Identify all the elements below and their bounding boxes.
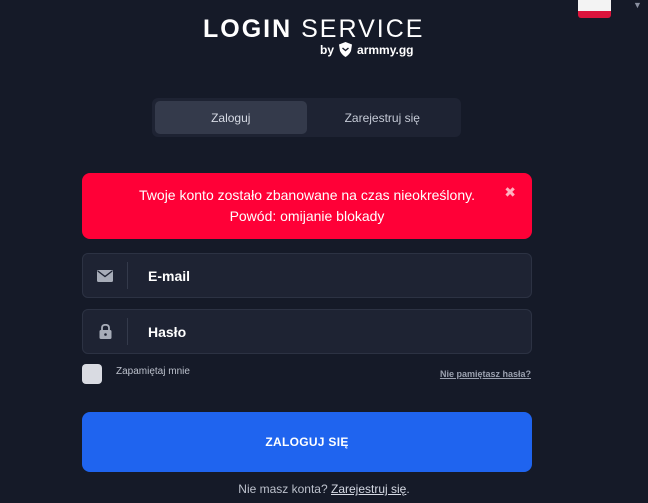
email-input[interactable] [128, 267, 531, 284]
lock-icon [83, 318, 128, 345]
logo-by: by [320, 42, 335, 57]
footer: Nie masz konta? Zarejestruj się. [0, 482, 648, 496]
ban-alert: Twoje konto zostało zbanowane na czas ni… [82, 173, 532, 239]
logo-byline: by armmy.gg [320, 42, 413, 57]
poland-flag-icon[interactable] [578, 0, 611, 18]
logo-title: LOGIN SERVICE [203, 14, 422, 44]
close-icon[interactable]: ✖ [504, 182, 516, 203]
envelope-icon [83, 262, 128, 289]
email-field [82, 253, 532, 298]
login-button[interactable]: ZALOGUJ SIĘ [82, 412, 532, 472]
shield-icon [339, 42, 353, 57]
footer-end: . [406, 482, 410, 496]
footer-text: Nie masz konta? [238, 482, 328, 496]
logo: LOGIN SERVICE by armmy.gg [203, 14, 422, 64]
password-field [82, 309, 532, 354]
tab-register[interactable]: Zarejestruj się [307, 101, 459, 134]
tab-login[interactable]: Zaloguj [155, 101, 307, 134]
register-link[interactable]: Zarejestruj się [331, 482, 406, 496]
alert-reason: Powód: omijanie blokady [229, 208, 385, 224]
password-input[interactable] [128, 323, 531, 340]
logo-brand: armmy.gg [357, 42, 414, 57]
chevron-down-icon[interactable]: ▼ [633, 0, 642, 10]
forgot-password-link[interactable]: Nie pamiętasz hasła? [440, 369, 531, 379]
alert-message: Twoje konto zostało zbanowane na czas ni… [139, 187, 475, 203]
remember-label: Zapamiętaj mnie [116, 366, 190, 377]
remember-checkbox[interactable] [82, 364, 102, 384]
logo-title-light: SERVICE [301, 15, 425, 43]
remember-me: Zapamiętaj mnie [82, 364, 190, 384]
logo-title-bold: LOGIN [203, 15, 293, 43]
auth-tabs: Zaloguj Zarejestruj się [152, 98, 461, 137]
